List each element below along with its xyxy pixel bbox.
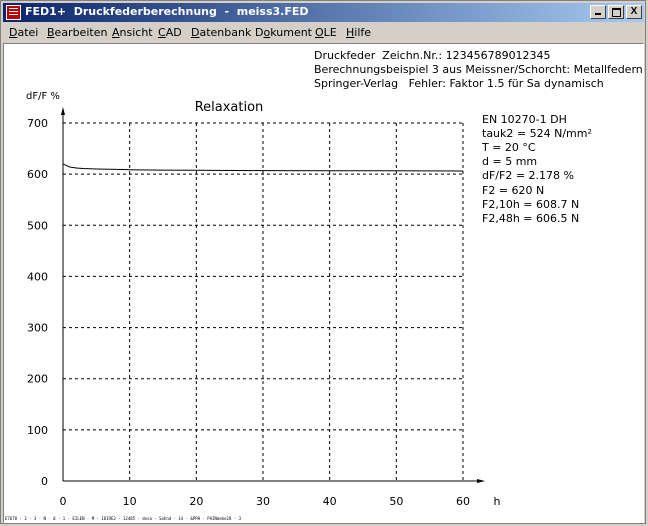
x-tick-label: 50 <box>389 495 403 508</box>
menu-hilfe[interactable]: Hilfe <box>346 26 371 39</box>
menu-datei[interactable]: Datei <box>9 26 38 39</box>
y-axis-label: dF/F % <box>26 91 60 102</box>
x-tick-label: 30 <box>256 495 270 508</box>
y-tick-label: 200 <box>27 373 48 386</box>
chart-client-area: Druckfeder Zeichn.Nr.: 123456789012345 B… <box>3 43 644 523</box>
relaxation-chart: 0 100 200 300 400 500 600 700 0 10 20 30 40 50 60 dF/F … <box>26 91 501 508</box>
menu-bearbeiten[interactable]: Bearbeiten <box>47 26 107 39</box>
minimize-button[interactable] <box>590 5 606 19</box>
spring-app-icon[interactable] <box>6 5 21 20</box>
application-window: FED1+ Druckfederberechnung - meiss3.FED … <box>0 0 646 524</box>
menu-dokument[interactable]: Dokument <box>255 26 312 39</box>
y-tick-label: 700 <box>27 117 48 130</box>
window-controls: X <box>588 5 642 19</box>
y-axis-arrow <box>61 107 65 115</box>
status-strip: E7678 · 3 · 3 · N · 0 · 1 · EILEN · M · … <box>5 516 242 521</box>
y-tick-label: 100 <box>27 424 48 437</box>
x-tick-label: 60 <box>456 495 470 508</box>
y-tick-label: 0 <box>41 475 48 488</box>
x-axis-label: h <box>494 495 501 508</box>
menu-cad[interactable]: CAD <box>158 26 182 39</box>
x-axis-arrow <box>477 479 485 483</box>
x-tick-label: 20 <box>189 495 203 508</box>
menu-ansicht[interactable]: Ansicht <box>112 26 153 39</box>
window-title: FED1+ Druckfederberechnung - meiss3.FED <box>25 5 309 18</box>
close-button[interactable]: X <box>626 5 642 19</box>
menu-ole[interactable]: OLE <box>315 26 337 39</box>
x-tick-label: 0 <box>60 495 67 508</box>
y-tick-label: 600 <box>27 168 48 181</box>
y-tick-label: 400 <box>27 270 48 283</box>
y-tick-label: 500 <box>27 219 48 232</box>
menu-datenbank[interactable]: Datenbank <box>191 26 251 39</box>
x-tick-label: 10 <box>123 495 137 508</box>
x-tick-label: 40 <box>323 495 337 508</box>
chart-title: Relaxation <box>195 100 264 115</box>
maximize-button[interactable] <box>608 5 624 19</box>
title-bar[interactable]: FED1+ Druckfederberechnung - meiss3.FED … <box>3 3 644 22</box>
y-tick-label: 300 <box>27 322 48 335</box>
menu-bar: Datei Bearbeiten Ansicht CAD Datenbank D… <box>3 23 644 41</box>
